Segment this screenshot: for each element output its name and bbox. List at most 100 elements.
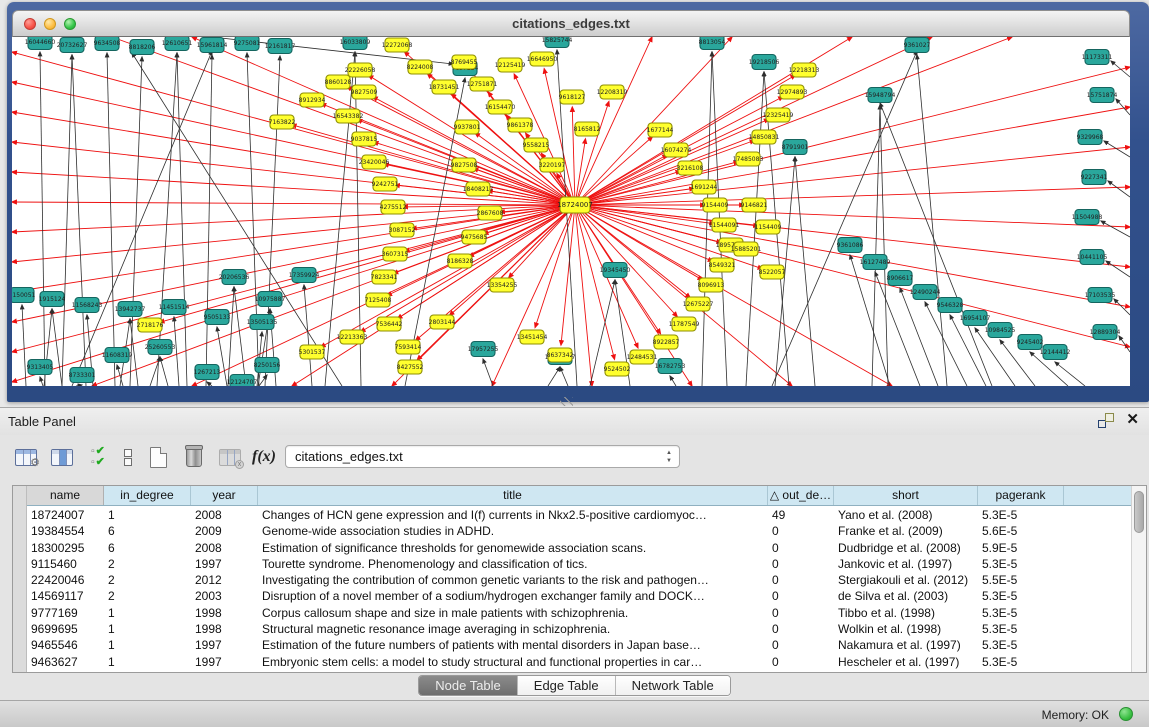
rows-icon[interactable] xyxy=(114,443,142,471)
graph-node[interactable]: 16782753 xyxy=(655,359,686,374)
graph-node[interactable]: 19345450 xyxy=(600,263,631,278)
cell-short[interactable]: Wolkin et al. (1998) xyxy=(834,621,978,637)
graph-node[interactable]: 8818206 xyxy=(129,40,156,55)
cell-pagerank[interactable]: 5.3E-5 xyxy=(978,637,1064,653)
graph-node[interactable]: 17485083 xyxy=(733,152,764,166)
graph-node[interactable]: 9242751 xyxy=(372,177,399,191)
float-panel-icon[interactable] xyxy=(1098,412,1114,428)
graph-node[interactable]: 13354255 xyxy=(487,278,518,292)
graph-node[interactable]: 8912934 xyxy=(299,93,326,107)
graph-node[interactable]: 11504988 xyxy=(1072,210,1103,225)
cell-in_degree[interactable]: 6 xyxy=(104,540,191,556)
graph-node[interactable]: 3087152 xyxy=(389,223,416,237)
graph-node[interactable]: 12889304 xyxy=(1090,325,1121,340)
column-header-pagerank[interactable]: pagerank xyxy=(978,486,1064,505)
close-button[interactable] xyxy=(24,18,36,30)
graph-node[interactable]: 9361086 xyxy=(837,238,864,253)
graph-node[interactable]: 1267213 xyxy=(194,365,221,380)
cell-pagerank[interactable]: 5.9E-5 xyxy=(978,540,1064,556)
graph-node[interactable]: 15751874 xyxy=(1087,88,1118,103)
cell-out_de[interactable]: 0 xyxy=(768,556,834,572)
tab-node-table[interactable]: Node Table xyxy=(419,676,517,695)
cell-in_degree[interactable]: 1 xyxy=(104,605,191,621)
graph-node[interactable]: 22226058 xyxy=(345,63,376,77)
graph-node[interactable]: 9827509 xyxy=(351,85,378,99)
graph-node[interactable]: 16044660 xyxy=(25,37,56,50)
graph-node[interactable]: 9146821 xyxy=(741,198,768,212)
column-header-title[interactable]: title xyxy=(258,486,768,505)
graph-node[interactable]: 11568243 xyxy=(72,298,103,313)
graph-node[interactable]: 9861378 xyxy=(507,118,534,132)
function-builder-icon[interactable]: f(x) xyxy=(250,443,278,471)
table-row[interactable]: 1938455462009Genome-wide association stu… xyxy=(27,523,1131,539)
network-canvas[interactable]: 1604466020732627963450888182061261065115… xyxy=(12,37,1130,386)
graph-node[interactable]: 19218506 xyxy=(749,55,780,70)
graph-node[interactable]: 13505135 xyxy=(247,315,278,330)
graph-node[interactable]: 16074274 xyxy=(661,143,692,157)
graph-node[interactable]: 9037815 xyxy=(351,132,378,146)
graph-node[interactable]: 8096913 xyxy=(698,278,725,292)
cell-name[interactable]: 9465546 xyxy=(27,637,104,653)
table-selector-dropdown[interactable]: citations_edges.txt ▲▼ xyxy=(285,445,680,468)
cell-out_de[interactable]: 0 xyxy=(768,588,834,604)
graph-node[interactable]: 16033809 xyxy=(340,37,371,50)
window-titlebar[interactable]: citations_edges.txt xyxy=(12,10,1130,37)
cell-in_degree[interactable]: 2 xyxy=(104,572,191,588)
graph-node[interactable]: 18724007 xyxy=(557,197,593,213)
graph-node[interactable]: 13451454 xyxy=(517,330,548,344)
cell-name[interactable]: 9777169 xyxy=(27,605,104,621)
graph-node[interactable]: 9505133 xyxy=(204,310,231,325)
graph-node[interactable]: 23420046 xyxy=(359,155,390,169)
cell-pagerank[interactable]: 5.5E-5 xyxy=(978,572,1064,588)
cell-in_degree[interactable]: 2 xyxy=(104,588,191,604)
cell-out_de[interactable]: 0 xyxy=(768,540,834,556)
cell-out_de[interactable]: 0 xyxy=(768,637,834,653)
column-header-name[interactable]: name xyxy=(27,486,104,505)
graph-node[interactable]: 5301537 xyxy=(299,345,326,359)
graph-node[interactable]: 9329968 xyxy=(1077,130,1104,145)
graph-node[interactable]: 12272068 xyxy=(382,38,413,52)
graph-node[interactable]: 2803144 xyxy=(429,315,456,329)
graph-node[interactable]: 9245402 xyxy=(1017,335,1044,350)
table-row[interactable]: 2242004622012Investigating the contribut… xyxy=(27,572,1131,588)
network-window[interactable]: citations_edges.txt 16044660207326279634… xyxy=(7,2,1149,402)
graph-node[interactable]: 16543382 xyxy=(333,109,364,123)
cell-pagerank[interactable]: 5.6E-5 xyxy=(978,523,1064,539)
cell-in_degree[interactable]: 1 xyxy=(104,654,191,670)
graph-node[interactable]: 11451514 xyxy=(159,300,190,315)
graph-node[interactable]: 1154409 xyxy=(755,220,782,234)
graph-node[interactable]: 9154409 xyxy=(702,198,729,212)
graph-node[interactable]: 15885201 xyxy=(731,242,762,256)
select-rows-check-icon[interactable]: ✔✔ xyxy=(84,443,112,471)
graph-node[interactable]: 12213363 xyxy=(337,330,368,344)
graph-node[interactable]: 3216108 xyxy=(677,161,704,175)
cell-title[interactable]: Estimation of the future numbers of pati… xyxy=(258,637,768,653)
cell-in_degree[interactable]: 6 xyxy=(104,523,191,539)
cell-out_de[interactable]: 0 xyxy=(768,605,834,621)
graph-node[interactable]: 1677144 xyxy=(647,123,674,137)
graph-node[interactable]: 9227341 xyxy=(1081,170,1108,185)
graph-node[interactable]: 17359924 xyxy=(289,268,320,283)
delete-table-icon[interactable] xyxy=(180,443,208,471)
cell-short[interactable]: Yano et al. (2008) xyxy=(834,507,978,523)
table-row[interactable]: 969969511998Structural magnetic resonanc… xyxy=(27,621,1131,637)
graph-node[interactable]: 10975887 xyxy=(255,292,286,307)
table-row[interactable]: 1830029562008Estimation of significance … xyxy=(27,540,1131,556)
graph-node[interactable]: 8165812 xyxy=(574,122,601,136)
import-table-icon[interactable]: x xyxy=(216,443,244,471)
cell-title[interactable]: Structural magnetic resonance image aver… xyxy=(258,621,768,637)
graph-node[interactable]: 16154470 xyxy=(485,100,516,114)
graph-node[interactable]: 9313405 xyxy=(27,360,54,375)
table-row[interactable]: 977716911998Corpus callosum shape and si… xyxy=(27,605,1131,621)
split-resize-grip[interactable] xyxy=(560,397,573,406)
graph-node[interactable]: 1691244 xyxy=(691,180,718,194)
graph-node[interactable]: 15961814 xyxy=(197,38,228,53)
graph-node[interactable]: 7125408 xyxy=(365,293,392,307)
table-row[interactable]: 1456911722003Disruption of a novel membe… xyxy=(27,588,1131,604)
memory-ok-icon[interactable] xyxy=(1119,707,1133,721)
column-header-year[interactable]: year xyxy=(191,486,258,505)
graph-node[interactable]: 9827508 xyxy=(451,158,478,172)
graph-node[interactable]: 12144412 xyxy=(1040,345,1071,360)
cell-pagerank[interactable]: 5.3E-5 xyxy=(978,621,1064,637)
graph-node[interactable]: 8250156 xyxy=(254,358,281,373)
